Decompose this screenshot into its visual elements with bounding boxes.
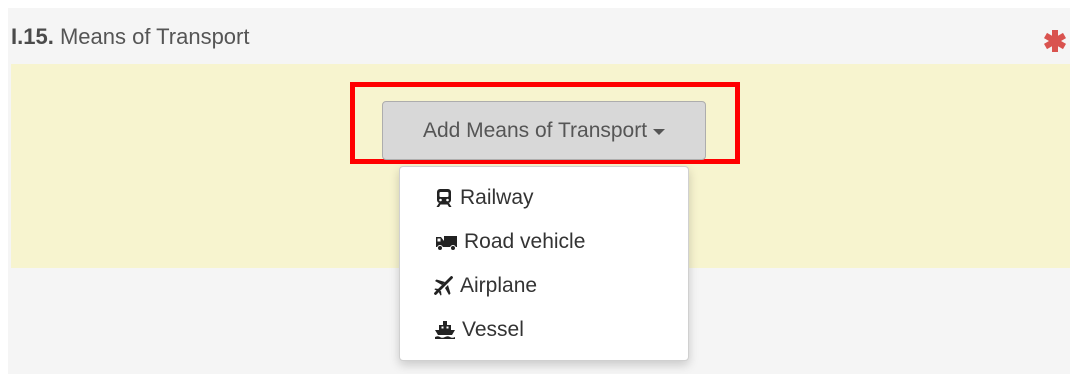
menu-item-label: Road vehicle	[464, 230, 586, 253]
transport-dropdown-menu: Railway Road vehicle Airplane Vessel	[399, 166, 689, 361]
section-number: I.15.	[11, 24, 54, 49]
menu-item-railway[interactable]: Railway	[434, 183, 534, 213]
menu-item-vessel[interactable]: Vessel	[434, 315, 524, 345]
plane-icon	[434, 276, 453, 296]
menu-item-road-vehicle[interactable]: Road vehicle	[434, 227, 585, 257]
menu-item-label: Airplane	[460, 274, 538, 297]
add-means-of-transport-button[interactable]: Add Means of Transport	[382, 101, 706, 160]
menu-item-airplane[interactable]: Airplane	[434, 271, 537, 301]
truck-icon	[436, 236, 457, 251]
add-button-label: Add Means of Transport	[422, 118, 648, 142]
section-label: Means of Transport	[59, 24, 250, 49]
caret-down-icon	[653, 128, 666, 135]
required-asterisk-icon	[1043, 30, 1067, 52]
section-title: I.15. Means of Transport	[11, 24, 249, 50]
train-icon	[436, 189, 452, 207]
menu-item-label: Railway	[460, 186, 534, 209]
menu-item-label: Vessel	[462, 318, 524, 341]
ship-icon	[435, 321, 455, 339]
